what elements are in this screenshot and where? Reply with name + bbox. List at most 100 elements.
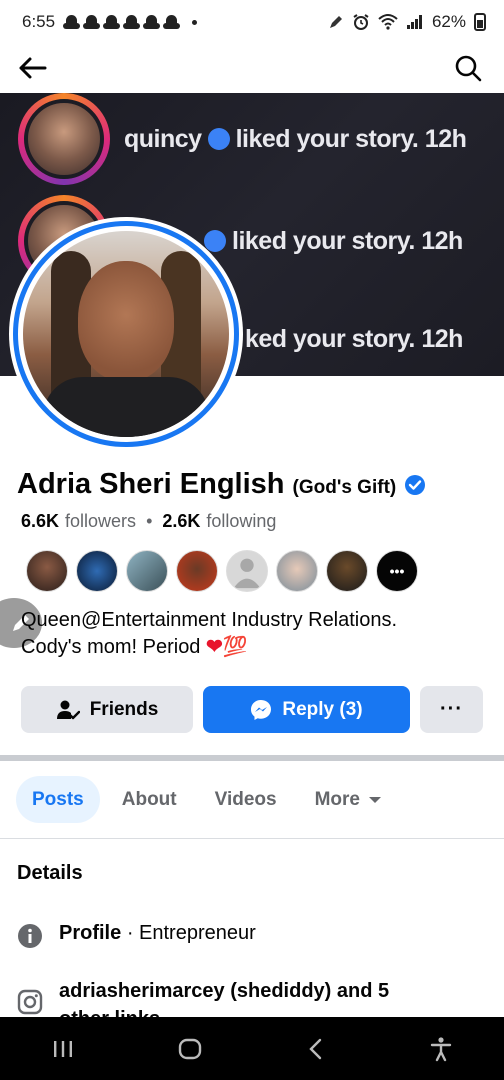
snapchat-icon (83, 14, 101, 31)
snapchat-icon (163, 14, 181, 31)
back-nav-icon[interactable] (305, 1037, 327, 1061)
tab-about[interactable]: About (106, 776, 193, 823)
more-notifications-dot (192, 19, 198, 25)
bio-line-2-text: Cody's mom! Period (21, 636, 201, 658)
tab-videos-label: Videos (214, 788, 277, 810)
following-count[interactable]: 2.6K (162, 511, 200, 532)
system-nav-bar (0, 1017, 504, 1080)
story-avatar-ring (18, 93, 110, 185)
status-right: 62% (328, 12, 486, 32)
accessibility-icon[interactable] (429, 1036, 453, 1062)
followers-count[interactable]: 6.6K (21, 511, 59, 532)
avatar-face (78, 261, 174, 381)
cover-story-row: quincy liked your story. 12h (18, 93, 467, 185)
battery-icon (474, 13, 486, 31)
snapchat-icon (123, 14, 141, 31)
friends-button[interactable]: Friends (21, 686, 193, 733)
snapchat-icon (63, 14, 81, 31)
mutual-friends-row: ••• (26, 550, 418, 592)
profile-name-row: Adria Sheri English (God's Gift) (17, 468, 426, 501)
battery-percent: 62% (431, 12, 466, 31)
reply-button[interactable]: Reply (3) (203, 686, 410, 733)
tab-about-label: About (121, 788, 177, 810)
detail-links-line-1: adriasherimarcey (shediddy) and 5 (59, 980, 390, 1002)
profile-actions: Friends Reply (3) ··· (21, 686, 483, 733)
status-left: 6:55 (22, 12, 198, 32)
more-dots-icon: ••• (389, 563, 405, 579)
tab-more[interactable]: More (299, 776, 398, 823)
friends-button-label: Friends (89, 698, 159, 720)
pen-icon (329, 16, 342, 28)
profile-nickname: (God's Gift) (292, 477, 397, 498)
friend-avatar[interactable] (26, 550, 68, 592)
default-person-icon (233, 558, 261, 589)
following-label[interactable]: following (206, 511, 276, 532)
detail-profile-text: Profile · Entrepreneur (59, 922, 256, 945)
friend-avatar[interactable] (326, 550, 368, 592)
heart-emoji: ❤ (206, 636, 223, 658)
recent-apps-icon[interactable] (51, 1038, 75, 1060)
friend-avatar[interactable] (176, 550, 218, 592)
story-ring (13, 221, 239, 447)
snapchat-icon (103, 14, 121, 31)
cover-story-text: liked your story. 12h (204, 227, 463, 256)
cover-story-text: ked your story. 12h (245, 325, 463, 354)
tab-videos[interactable]: Videos (199, 776, 293, 823)
stats-separator: • (146, 511, 153, 531)
tab-posts-label: Posts (32, 788, 84, 810)
profile-tabs: Posts About Videos More (16, 776, 398, 823)
home-icon[interactable] (177, 1037, 203, 1061)
more-friends-button[interactable]: ••• (376, 550, 418, 592)
bio-line-2: Cody's mom! Period ❤💯 (21, 634, 481, 661)
back-button[interactable] (14, 50, 50, 86)
follow-stats: 6.6K followers • 2.6K following (21, 511, 276, 532)
cover-story-message: liked your story. 12h (235, 124, 467, 153)
reply-button-label: Reply (3) (282, 698, 363, 720)
followers-label[interactable]: followers (65, 511, 136, 532)
detail-profile-label: Profile (59, 922, 122, 944)
messenger-icon (251, 699, 272, 720)
search-icon (455, 55, 482, 82)
profile-bio: Queen@Entertainment Industry Relations. … (21, 607, 481, 661)
hundred-emoji: 💯 (222, 636, 248, 658)
tab-more-label: More (314, 788, 360, 810)
cover-story-message: ked your story. 12h (245, 325, 463, 353)
detail-profile-value: · Entrepreneur (126, 922, 256, 944)
verified-icon[interactable] (404, 474, 426, 496)
verified-icon (207, 128, 230, 150)
profile-avatar[interactable] (9, 217, 243, 451)
top-nav (0, 44, 504, 92)
friend-avatar[interactable] (126, 550, 168, 592)
details-heading: Details (17, 862, 83, 884)
tab-posts[interactable]: Posts (16, 776, 100, 823)
more-options-button[interactable]: ··· (420, 686, 483, 733)
story-avatar (24, 99, 104, 179)
more-options-icon: ··· (440, 698, 463, 720)
signal-icon (406, 15, 422, 29)
alarm-icon (353, 14, 369, 30)
wifi-icon (378, 14, 398, 30)
cover-story-message: liked your story. 12h (232, 226, 463, 255)
instagram-icon (17, 989, 43, 1015)
search-button[interactable] (450, 50, 486, 86)
status-time: 6:55 (22, 12, 56, 31)
info-icon (18, 924, 42, 948)
cover-story-row: ked your story. 12h (245, 325, 463, 354)
snapchat-notification-icons (63, 14, 181, 31)
bio-line-1: Queen@Entertainment Industry Relations. (21, 609, 398, 631)
status-bar: 6:55 62% (0, 0, 504, 44)
tabs-divider (0, 838, 504, 839)
profile-name: Adria Sheri English (17, 468, 285, 500)
friend-avatar[interactable] (76, 550, 118, 592)
section-divider (0, 755, 504, 761)
friend-avatar[interactable] (276, 550, 318, 592)
detail-profile-row[interactable]: Profile · Entrepreneur (17, 922, 256, 949)
friends-check-icon (56, 700, 80, 719)
profile-photo (23, 231, 229, 437)
cover-story-text: quincy liked your story. 12h (124, 124, 467, 154)
back-arrow-icon (19, 57, 47, 79)
cover-story-name: quincy (124, 124, 202, 153)
verified-icon (204, 230, 226, 252)
friend-avatar-default[interactable] (226, 550, 268, 592)
avatar-body (43, 377, 209, 437)
